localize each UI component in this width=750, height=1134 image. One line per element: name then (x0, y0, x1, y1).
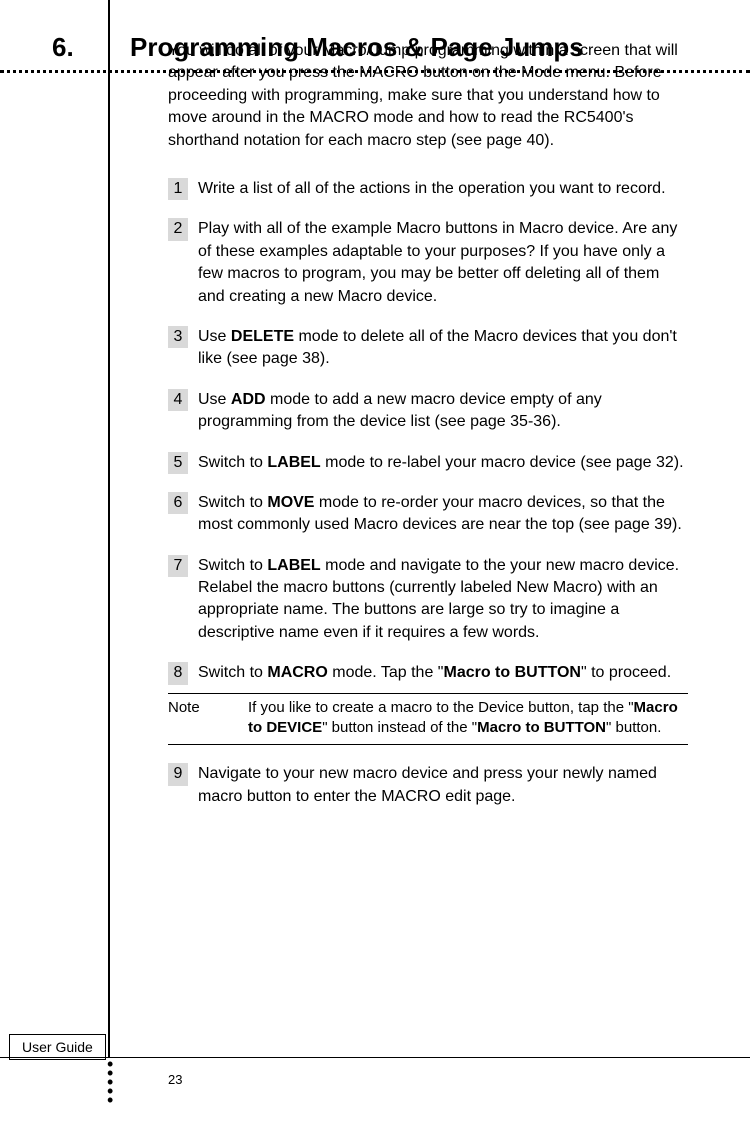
step-text: Navigate to your new macro device and pr… (198, 763, 688, 808)
step-1: 1 Write a list of all of the actions in … (168, 178, 688, 200)
step-3: 3 Use DELETE mode to delete all of the M… (168, 326, 688, 371)
step-text: Write a list of all of the actions in th… (198, 178, 688, 200)
page-number: 23 (168, 1072, 182, 1087)
step-6: 6 Switch to MOVE mode to re-order your m… (168, 492, 688, 537)
step-9: 9 Navigate to your new macro device and … (168, 763, 688, 808)
step-text: Switch to MOVE mode to re-order your mac… (198, 492, 688, 537)
chapter-number: 6. (52, 32, 74, 63)
step-5: 5 Switch to LABEL mode to re-label your … (168, 452, 688, 474)
step-number: 5 (168, 452, 188, 474)
note-label: Note (168, 698, 248, 739)
step-text: Switch to MACRO mode. Tap the "Macro to … (198, 662, 688, 684)
step-7: 7 Switch to LABEL mode and navigate to t… (168, 555, 688, 645)
step-number: 1 (168, 178, 188, 200)
note-text: If you like to create a macro to the Dev… (248, 698, 688, 739)
step-text: Switch to LABEL mode to re-label your ma… (198, 452, 688, 474)
step-text: Play with all of the example Macro butto… (198, 218, 688, 308)
step-number: 7 (168, 555, 188, 577)
step-text: Use ADD mode to add a new macro device e… (198, 389, 688, 434)
intro-paragraph: You will do all of your Macro/Jump progr… (168, 40, 683, 152)
step-number: 4 (168, 389, 188, 411)
step-text: Switch to LABEL mode and navigate to the… (198, 555, 688, 645)
vertical-dots: ••••• (107, 1060, 113, 1105)
step-4: 4 Use ADD mode to add a new macro device… (168, 389, 688, 434)
steps-list: 1 Write a list of all of the actions in … (168, 178, 688, 826)
step-number: 8 (168, 662, 188, 684)
step-number: 3 (168, 326, 188, 348)
step-2: 2 Play with all of the example Macro but… (168, 218, 688, 308)
vertical-rule (108, 0, 110, 1057)
step-number: 9 (168, 763, 188, 785)
step-number: 6 (168, 492, 188, 514)
step-text: Use DELETE mode to delete all of the Mac… (198, 326, 688, 371)
step-8: 8 Switch to MACRO mode. Tap the "Macro t… (168, 662, 688, 684)
step-number: 2 (168, 218, 188, 240)
note-block: Note If you like to create a macro to th… (168, 693, 688, 746)
